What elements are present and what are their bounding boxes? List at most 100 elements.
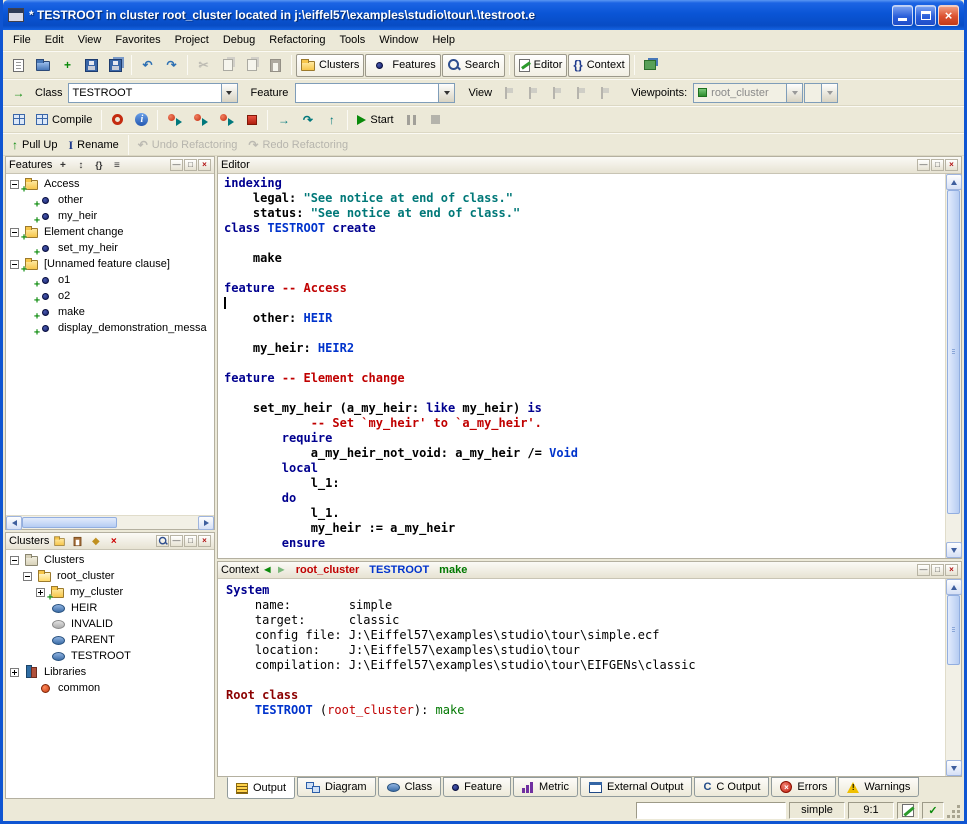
tree-expander-minus[interactable] (23, 572, 32, 581)
copy-button[interactable] (216, 54, 239, 77)
view-contract-button[interactable] (569, 81, 592, 104)
tab-metric[interactable]: Metric (513, 777, 578, 797)
clusters-close-button[interactable]: × (198, 535, 211, 547)
menu-item-favorites[interactable]: Favorites (108, 32, 167, 48)
breadcrumb-make[interactable]: make (439, 564, 467, 576)
stop-button[interactable] (424, 108, 447, 131)
features-maximize-button[interactable]: □ (184, 159, 197, 171)
freeze-button[interactable] (106, 108, 129, 131)
step-over-button[interactable]: ↷ (296, 108, 319, 131)
start-button[interactable]: Start (352, 108, 398, 131)
clusters-tree-item[interactable]: +my_cluster (6, 584, 214, 600)
clusters-tree-item[interactable]: root_cluster (6, 568, 214, 584)
new-window-button[interactable] (7, 54, 30, 77)
features-signature-button[interactable]: {} (91, 159, 106, 172)
tab-diagram[interactable]: Diagram (297, 777, 376, 797)
tab-errors[interactable]: ×Errors (771, 777, 836, 797)
scroll-up-button[interactable] (946, 579, 962, 595)
tree-expander-minus[interactable] (10, 228, 19, 237)
clusters-minimize-button[interactable]: — (170, 535, 183, 547)
pause-button[interactable] (400, 108, 423, 131)
step-into-button[interactable]: → (272, 108, 295, 131)
duplicate-button[interactable] (240, 54, 263, 77)
tree-expander-plus[interactable] (36, 588, 45, 597)
clusters-tree-item[interactable]: Clusters (6, 552, 214, 568)
features-tree-item[interactable]: +my_heir (6, 208, 214, 224)
editor-vertical-scrollbar[interactable] (945, 174, 961, 558)
menu-item-help[interactable]: Help (425, 32, 462, 48)
tree-expander-plus[interactable] (10, 668, 19, 677)
clusters-tree-item[interactable]: Libraries (6, 664, 214, 680)
menu-item-tools[interactable]: Tools (333, 32, 373, 48)
features-tree-item[interactable]: +Access (6, 176, 214, 192)
tab-feature[interactable]: Feature (443, 777, 511, 797)
debug-breakpoints-tool-button[interactable] (214, 108, 239, 131)
feature-combobox-dropdown-button[interactable] (438, 84, 454, 102)
features-horizontal-scrollbar[interactable] (6, 515, 214, 529)
cut-button[interactable]: ✂ (192, 54, 215, 77)
viewpoint-variant-combobox[interactable] (804, 83, 838, 103)
minimize-button[interactable] (892, 5, 913, 26)
search-tool-button[interactable]: Search (442, 54, 505, 77)
editor-close-button[interactable]: × (945, 159, 958, 171)
scrollbar-track[interactable] (946, 595, 961, 760)
tab-warnings[interactable]: Warnings (838, 777, 919, 797)
context-close-button[interactable]: × (945, 564, 958, 576)
feature-combobox[interactable] (295, 83, 455, 103)
scroll-down-button[interactable] (946, 760, 962, 776)
save-button[interactable] (80, 54, 103, 77)
outputs-button[interactable] (7, 108, 30, 131)
menu-item-file[interactable]: File (6, 32, 38, 48)
view-interface-button[interactable] (593, 81, 616, 104)
rename-button[interactable]: I Rename (63, 133, 123, 156)
clusters-diamond-button[interactable]: ◆ (88, 535, 103, 548)
scrollbar-thumb[interactable] (947, 190, 960, 514)
class-combobox-dropdown-button[interactable] (221, 84, 237, 102)
scroll-right-button[interactable] (198, 516, 214, 530)
clusters-add-cluster-button[interactable] (52, 535, 67, 548)
context-maximize-button[interactable]: □ (931, 564, 944, 576)
scroll-down-button[interactable] (946, 542, 962, 558)
features-tree-item[interactable]: +other (6, 192, 214, 208)
open-file-button[interactable] (31, 54, 55, 77)
tab-c-output[interactable]: CC Output (694, 777, 769, 797)
tab-external-output[interactable]: External Output (580, 777, 692, 797)
clusters-tree-item[interactable]: HEIR (6, 600, 214, 616)
features-sort-button[interactable]: ↕ (73, 159, 88, 172)
clusters-search-button[interactable] (156, 535, 169, 547)
context-output-area[interactable]: System name: simple target: classic conf… (218, 579, 945, 776)
viewpoints-combobox[interactable]: root_cluster (693, 83, 803, 103)
menu-item-refactoring[interactable]: Refactoring (262, 32, 332, 48)
editor-code-area[interactable]: indexing legal: "See notice at end of cl… (218, 174, 945, 558)
features-tool-button[interactable]: Features (365, 54, 440, 77)
features-list-button[interactable]: ≡ (109, 159, 124, 172)
features-add-clause-button[interactable]: + (55, 159, 70, 172)
scrollbar-track[interactable] (22, 516, 198, 529)
view-clickable-button[interactable] (521, 81, 544, 104)
undo-refactoring-button[interactable]: ↶ Undo Refactoring (133, 133, 243, 156)
features-tree-item[interactable]: +make (6, 304, 214, 320)
maximize-button[interactable] (915, 5, 936, 26)
compile-button[interactable]: Compile (31, 108, 97, 131)
tree-expander-minus[interactable] (10, 260, 19, 269)
editor-minimize-button[interactable]: — (917, 159, 930, 171)
context-vertical-scrollbar[interactable] (945, 579, 961, 776)
viewpoint-variant-dropdown-button[interactable] (821, 84, 837, 102)
view-flat-button[interactable] (545, 81, 568, 104)
breadcrumb-TESTROOT[interactable]: TESTROOT (369, 564, 429, 576)
tree-expander-minus[interactable] (10, 180, 19, 189)
step-out-button[interactable]: ↑ (320, 108, 343, 131)
features-close-button[interactable]: × (198, 159, 211, 171)
features-tree-item[interactable]: +display_demonstration_messa (6, 320, 214, 336)
tab-class[interactable]: Class (378, 777, 442, 797)
menu-item-view[interactable]: View (71, 32, 109, 48)
scroll-left-button[interactable] (6, 516, 22, 530)
tab-output[interactable]: Output (227, 777, 295, 799)
features-tree-item[interactable]: +[Unnamed feature clause] (6, 256, 214, 272)
debug-run-ignore-breakpoints-button[interactable] (162, 108, 187, 131)
pull-up-button[interactable]: ↑ Pull Up (7, 133, 62, 156)
stop-application-button[interactable] (240, 108, 263, 131)
context-tool-button[interactable]: {} Context (568, 54, 629, 77)
undo-button[interactable]: ↶ (136, 54, 159, 77)
go-to-button[interactable]: → (7, 81, 30, 104)
